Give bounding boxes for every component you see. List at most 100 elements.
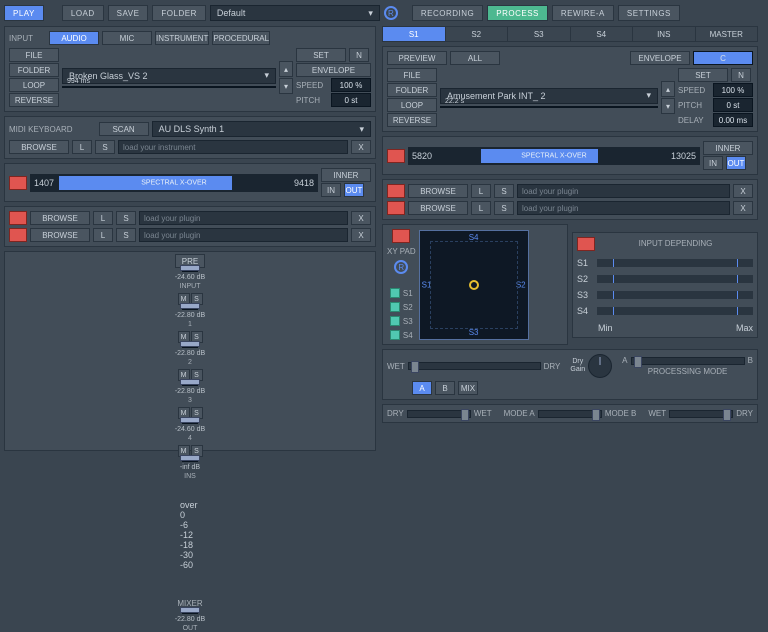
browse-button[interactable]: BROWSE [30,228,90,242]
s-button[interactable]: S [95,140,115,154]
s4-check[interactable] [390,330,400,340]
scan-button[interactable]: SCAN [99,122,149,136]
folder-button-in[interactable]: FOLDER [9,63,59,77]
reset-icon[interactable]: R [394,260,408,274]
s-button[interactable]: S [494,201,514,215]
loop-button[interactable]: LOOP [387,98,437,112]
set-button[interactable]: SET [296,48,346,62]
indicator-icon[interactable] [9,228,27,242]
tab-procedural[interactable]: PROCEDURAL [212,31,270,45]
clear-button[interactable]: X [733,201,753,215]
recording-button[interactable]: RECORDING [412,5,483,21]
preset-select[interactable]: Default [210,5,380,21]
waveform-display[interactable]: 994 ms [62,86,276,88]
wetdry-slider[interactable] [408,362,541,370]
envelope-button[interactable]: ENVELOPE [630,51,690,65]
pmode-slider[interactable] [631,357,745,365]
tab-s4[interactable]: S4 [571,27,633,41]
in-button[interactable]: IN [703,156,723,170]
meter-slider[interactable] [597,275,753,283]
fader[interactable] [182,422,198,424]
s1-check[interactable] [390,288,400,298]
b-button[interactable]: B [435,381,455,395]
reverse-button[interactable]: REVERSE [387,113,437,127]
l-button[interactable]: L [93,228,113,242]
play-button[interactable]: PLAY [4,5,44,21]
nav-up-icon[interactable]: ▴ [661,81,675,97]
indicator-icon[interactable] [387,149,405,163]
n-button[interactable]: N [731,68,751,82]
clear-button[interactable]: X [733,184,753,198]
loop-button[interactable]: LOOP [9,78,59,92]
fader[interactable] [182,384,198,386]
meter-slider[interactable] [597,259,753,267]
l-button[interactable]: L [471,201,491,215]
plugin-field[interactable]: load your plugin [517,184,730,198]
l-button[interactable]: L [471,184,491,198]
fader[interactable] [182,346,198,348]
s-button[interactable]: S [494,184,514,198]
input-file-select[interactable]: Broken Glass_VS 2 [62,68,276,84]
meter-slider[interactable] [597,307,753,315]
load-button[interactable]: LOAD [62,5,104,21]
clear-button[interactable]: X [351,211,371,225]
indicator-icon[interactable] [392,229,410,243]
folder-button[interactable]: FOLDER [387,83,437,97]
xy-pad[interactable]: S4 S3 S1 S2 [419,230,529,340]
delay-value[interactable]: 0.00 ms [713,113,753,127]
all-button[interactable]: ALL [450,51,500,65]
s2-check[interactable] [390,302,400,312]
mix-button[interactable]: MIX [458,381,478,395]
source-file-select[interactable]: Amusement Park INT_ 2 [440,88,658,104]
indicator-icon[interactable] [9,211,27,225]
indicator-icon[interactable] [387,201,405,215]
set-button[interactable]: SET [678,68,728,82]
l-button[interactable]: L [93,211,113,225]
a-button[interactable]: A [412,381,432,395]
slider-2[interactable] [538,410,602,418]
indicator-icon[interactable] [387,184,405,198]
pitch-value[interactable]: 0 st [713,98,753,112]
rxover-display[interactable]: 5820 SPECTRAL X-OVER 13025 [408,147,700,165]
nav-down-icon[interactable]: ▾ [661,98,675,114]
indicator-icon[interactable] [577,237,595,251]
drygain-knob[interactable] [588,354,612,378]
tab-s3[interactable]: S3 [508,27,570,41]
clear-button[interactable]: X [351,228,371,242]
envelope-button[interactable]: ENVELOPE [296,63,371,77]
n-button[interactable]: N [349,48,369,62]
plugin-field[interactable]: load your plugin [139,211,348,225]
speed-value[interactable]: 100 % [713,83,753,97]
s3-check[interactable] [390,316,400,326]
rewire-button[interactable]: REWIRE-A [552,5,614,21]
settings-button[interactable]: SETTINGS [618,5,680,21]
in-button[interactable]: IN [321,183,341,197]
tab-s1[interactable]: S1 [383,27,445,41]
out-button[interactable]: OUT [344,183,364,197]
fader[interactable] [182,270,198,272]
plugin-field[interactable]: load your plugin [139,228,348,242]
browse-button[interactable]: BROWSE [9,140,69,154]
tab-s2[interactable]: S2 [446,27,508,41]
xover-display[interactable]: 1407 SPECTRAL X-OVER 9418 [30,174,318,192]
file-button[interactable]: FILE [9,48,59,62]
reverse-button[interactable]: REVERSE [9,93,59,107]
s-button[interactable]: S [116,228,136,242]
out-button[interactable]: OUT [726,156,746,170]
tab-audio[interactable]: AUDIO [49,31,99,45]
tab-ins[interactable]: INS [633,27,695,41]
tab-mic[interactable]: MIC [102,31,152,45]
plugin-field[interactable]: load your plugin [517,201,730,215]
slider-3[interactable] [669,410,733,418]
speed-value[interactable]: 100 % [331,78,371,92]
save-button[interactable]: SAVE [108,5,149,21]
instrument-field[interactable]: load your instrument [118,140,348,154]
envelope-value[interactable]: C [693,51,753,65]
folder-button[interactable]: FOLDER [152,5,205,21]
s-button[interactable]: S [116,211,136,225]
fader[interactable] [182,460,198,462]
inner-button[interactable]: INNER [703,141,753,155]
fader[interactable] [182,308,198,310]
ring-icon[interactable]: R [384,6,398,20]
nav-down-icon[interactable]: ▾ [279,78,293,94]
